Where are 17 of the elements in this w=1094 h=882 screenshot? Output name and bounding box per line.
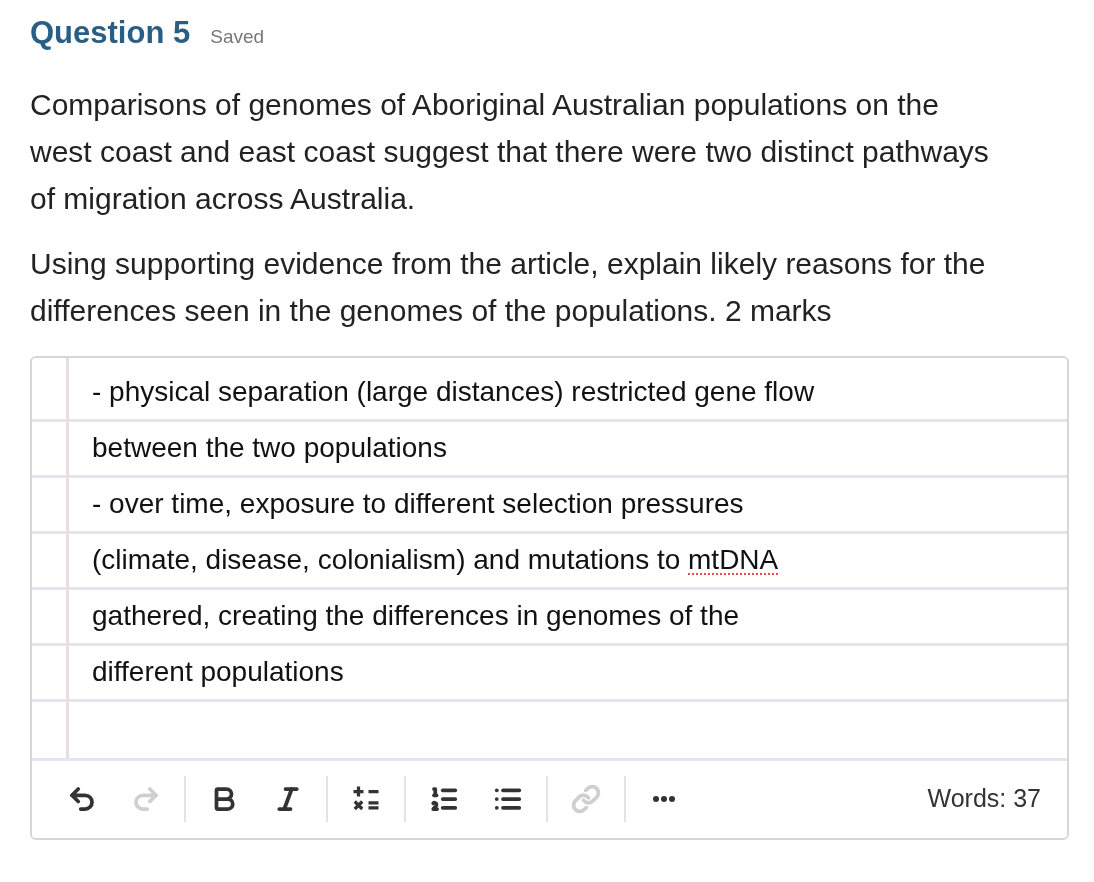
answer-box[interactable] — [32, 357, 1067, 758]
redo-icon — [131, 784, 161, 814]
question-text: Comparisons of genomes of Aboriginal Australian populations on the west coast and east coast suggest that there were two distinct pathways of migration across Australia. — [30, 86, 990, 217]
word-count: Words: 37 — [927, 783, 1041, 815]
answer-line: - over time, exposure to different selection pressures — [92, 487, 744, 521]
answer-line: - physical separation (large distances) restricted gene flow — [92, 375, 815, 409]
question-text: Using supporting evidence from the article, explain likely reasons for the differences seen in the genomes of the populations. 2 marks — [30, 245, 987, 329]
undo-icon — [67, 784, 97, 814]
answer-line: gathered, creating the differences in genomes of the — [92, 599, 740, 633]
question-title: Question 5 — [30, 14, 191, 52]
save-status: Saved — [210, 25, 265, 49]
answer-line: between the two populations — [92, 431, 447, 465]
link-icon — [571, 784, 601, 814]
answer-line: (climate, disease, colonialism) and mutations to mtDNA — [92, 543, 779, 577]
answer-line: different populations — [92, 655, 344, 689]
numbered-list-icon — [429, 784, 459, 814]
more-icon — [653, 796, 675, 802]
